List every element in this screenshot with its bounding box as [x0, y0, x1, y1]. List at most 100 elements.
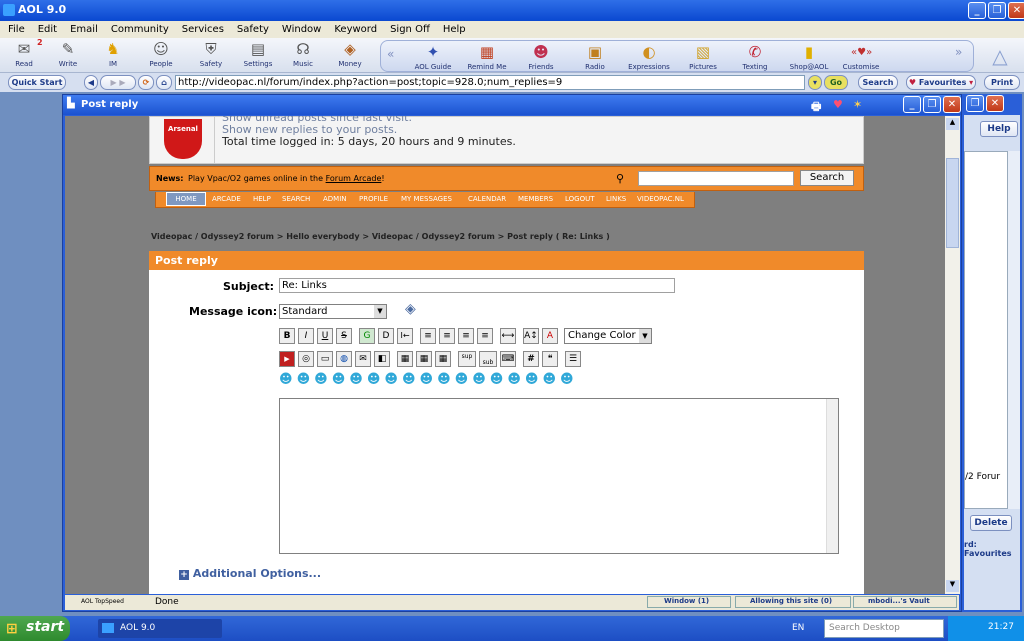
tab-profile[interactable]: PROFILE	[359, 195, 388, 203]
smiley-icon[interactable]: ☻	[542, 372, 556, 387]
delete-button[interactable]: Delete	[970, 515, 1012, 531]
side-close-button[interactable]: ✕	[986, 95, 1004, 112]
forum-arcade-link[interactable]: Forum Arcade	[326, 174, 382, 183]
tab-links[interactable]: LINKS	[606, 195, 626, 203]
toolbar-shop[interactable]: ▮ Shop@AOL	[787, 43, 831, 71]
align-left-icon[interactable]: ≡	[420, 328, 436, 344]
menu-keyword[interactable]: Keyword	[334, 24, 377, 38]
align-right-icon[interactable]: ≡	[477, 328, 493, 344]
smiley-icon[interactable]: ☻	[455, 372, 469, 387]
back-icon[interactable]: ◀	[84, 75, 98, 90]
smiley-icon[interactable]: ☻	[314, 372, 328, 387]
tab-my-messages[interactable]: MY MESSAGES	[401, 195, 452, 203]
menu-edit[interactable]: Edit	[38, 24, 57, 38]
chevron-left-icon[interactable]: «	[387, 47, 394, 61]
table-row-icon[interactable]: ▦	[416, 351, 432, 367]
toolbar-money[interactable]: ◈ Money	[328, 40, 372, 68]
tab-calendar[interactable]: CALENDAR	[468, 195, 506, 203]
menu-sign-off[interactable]: Sign Off	[390, 24, 430, 38]
toolbar-remind-me[interactable]: ▦ Remind Me	[465, 43, 509, 71]
toolbar-people[interactable]: ☺ People	[139, 40, 183, 68]
glow-button[interactable]: G	[359, 328, 375, 344]
toolbar-aol-guide[interactable]: ✦ AOL Guide	[411, 43, 455, 71]
tab-search[interactable]: SEARCH	[282, 195, 310, 203]
move-button[interactable]: I←	[397, 328, 413, 344]
additional-options-link[interactable]: + Additional Options...	[179, 567, 321, 580]
message-icon-select[interactable]: Standard ▼	[279, 304, 387, 319]
horizontal-rule-icon[interactable]: ⟷	[500, 328, 516, 344]
child-close-button[interactable]: ✕	[943, 96, 961, 113]
smiley-icon[interactable]: ☻	[384, 372, 398, 387]
taskbar-aol-button[interactable]: AOL 9.0	[98, 619, 222, 638]
scroll-up-icon[interactable]: ▲	[946, 118, 959, 130]
smiley-icon[interactable]: ☻	[367, 372, 381, 387]
smiley-icon[interactable]: ☻	[279, 372, 293, 387]
side-list[interactable]: /2 Forur	[964, 151, 1008, 509]
im-icon[interactable]: ✶	[853, 98, 862, 111]
shadow-button[interactable]: D	[378, 328, 394, 344]
close-button[interactable]: ✕	[1008, 2, 1024, 19]
menu-window[interactable]: Window	[282, 24, 321, 38]
forum-search-button[interactable]: Search	[800, 170, 854, 186]
breadcrumb[interactable]: Videopac / Odyssey2 forum > Hello everyb…	[151, 232, 610, 241]
subject-input[interactable]: Re: Links	[279, 278, 675, 293]
superscript-button[interactable]: sup	[458, 351, 476, 367]
align-justify-icon[interactable]: ≡	[439, 328, 455, 344]
toolbar-settings[interactable]: ▤ Settings	[236, 40, 280, 68]
scroll-thumb[interactable]	[946, 158, 959, 248]
tab-logout[interactable]: LOGOUT	[565, 195, 595, 203]
underline-button[interactable]: U	[317, 328, 333, 344]
tab-arcade[interactable]: ARCADE	[212, 195, 241, 203]
favourites-button[interactable]: ♥ Favourites ▾	[906, 75, 976, 90]
side-maximize-button[interactable]: ❐	[966, 95, 984, 112]
bold-button[interactable]: B	[279, 328, 295, 344]
toolbar-im[interactable]: ♞ IM	[91, 40, 135, 68]
align-center-icon[interactable]: ≡	[458, 328, 474, 344]
help-button[interactable]: Help	[980, 121, 1018, 137]
smiley-icon[interactable]: ☻	[402, 372, 416, 387]
desktop-search-input[interactable]: Search Desktop	[824, 619, 944, 638]
window-count-button[interactable]: Window (1)	[647, 596, 731, 608]
side-scrollbar[interactable]	[1008, 151, 1020, 509]
forward-icon[interactable]: ▶ ▶	[100, 75, 136, 90]
smiley-icon[interactable]: ☻	[297, 372, 311, 387]
child-minimize-button[interactable]: _	[903, 96, 921, 113]
smiley-icon[interactable]: ☻	[560, 372, 574, 387]
table-column-icon[interactable]: ▦	[435, 351, 451, 367]
smiley-icon[interactable]: ☻	[490, 372, 504, 387]
print-button[interactable]: Print	[984, 75, 1020, 90]
tab-help[interactable]: HELP	[253, 195, 271, 203]
smiley-icon[interactable]: ☻	[507, 372, 521, 387]
italic-button[interactable]: I	[298, 328, 314, 344]
maximize-button[interactable]: ❐	[988, 2, 1006, 19]
subscript-button[interactable]: sub	[479, 351, 497, 367]
addon-status[interactable]: AOL TopSpeed	[81, 598, 124, 605]
menu-safety[interactable]: Safety	[237, 24, 269, 38]
minimize-button[interactable]: _	[968, 2, 986, 19]
image-icon[interactable]: ▭	[317, 351, 333, 367]
toolbar-music[interactable]: ☊ Music	[281, 40, 325, 68]
toolbar-write[interactable]: ✎ Write	[46, 40, 90, 68]
language-indicator[interactable]: EN	[792, 623, 804, 633]
window-scrollbar[interactable]: ▲ ▼	[945, 116, 960, 594]
toolbar-friends[interactable]: ☻ Friends	[519, 43, 563, 71]
textarea-scrollbar[interactable]	[826, 399, 838, 553]
allowing-site-button[interactable]: Allowing this site (0)	[735, 596, 851, 608]
code-button[interactable]: #	[523, 351, 539, 367]
toolbar-radio[interactable]: ▣ Radio	[573, 43, 617, 71]
toolbar-pictures[interactable]: ▧ Pictures	[681, 43, 725, 71]
forum-search-input[interactable]	[638, 171, 794, 186]
menu-email[interactable]: Email	[70, 24, 98, 38]
scroll-down-icon[interactable]: ▼	[946, 580, 959, 592]
youtube-icon[interactable]: ▶	[279, 351, 295, 367]
menu-file[interactable]: File	[8, 24, 25, 38]
toolbar-customise[interactable]: «♥» Customise	[839, 43, 883, 71]
strike-button[interactable]: S	[336, 328, 352, 344]
quick-start-button[interactable]: Quick Start	[8, 75, 66, 90]
address-input[interactable]: http://videopac.nl/forum/index.php?actio…	[175, 75, 805, 90]
tab-videopac[interactable]: VIDEOPAC.NL	[637, 195, 684, 203]
change-color-select[interactable]: Change Color ▼	[564, 328, 652, 344]
start-button[interactable]: ⊞ start	[0, 616, 70, 641]
chevron-right-icon[interactable]: »	[955, 45, 962, 59]
heart-icon[interactable]: ♥	[833, 98, 843, 111]
